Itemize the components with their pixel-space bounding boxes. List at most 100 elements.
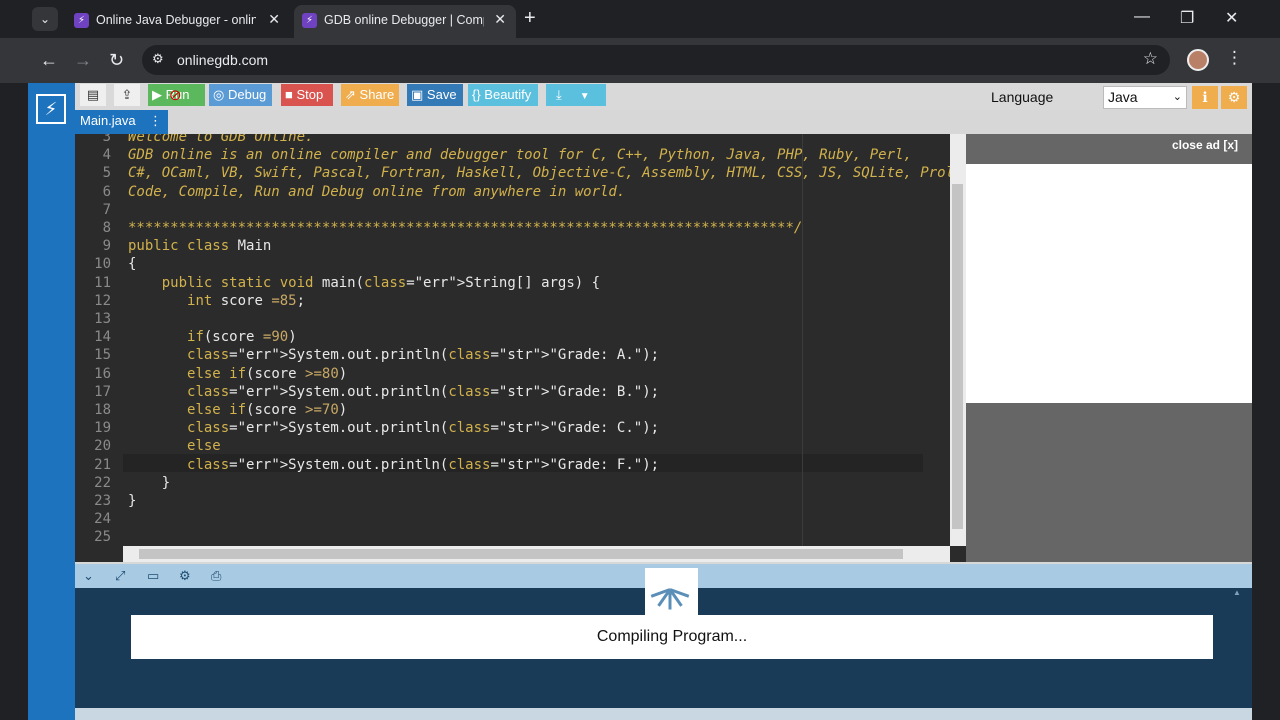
clear-console-icon[interactable]: ⎙: [211, 568, 221, 584]
play-icon: ▶: [152, 87, 162, 102]
settings-button[interactable]: ⚙: [1221, 86, 1247, 109]
collapse-chevron-icon[interactable]: ⌄: [83, 568, 94, 584]
line-number: 25: [94, 529, 111, 546]
debug-label: Debug: [227, 87, 267, 102]
info-button[interactable]: ℹ: [1192, 86, 1218, 109]
left-sidebar: ⚡: [28, 83, 75, 720]
code-line: {: [128, 256, 137, 273]
onlinegdb-logo-icon[interactable]: ⚡: [36, 94, 66, 124]
line-number: 5: [102, 165, 111, 182]
new-tab-button[interactable]: +: [524, 7, 536, 30]
code-line: else if(score >=70): [187, 402, 348, 418]
debug-icon: ◎: [213, 87, 225, 102]
info-icon: ℹ: [1202, 89, 1208, 105]
language-label: Language: [991, 89, 1054, 105]
chevron-down-icon: ⌄: [39, 12, 51, 26]
line-number-gutter: 3 4 5 6 7 8 9 10 11 12 13 14 15 16 17 18 19 20 21 22 23 24 25: [75, 134, 123, 562]
save-label: Save: [426, 87, 457, 102]
code-line: class="err">System.out.println(class="st…: [187, 347, 660, 364]
upload-file-icon[interactable]: ⇪: [114, 84, 140, 106]
dropdown-caret-icon: ▼: [579, 91, 590, 102]
profile-avatar[interactable]: [1187, 49, 1209, 71]
code-line: class="err">System.out.println(class="st…: [187, 383, 660, 400]
restore-button[interactable]: ❐: [1180, 8, 1194, 28]
bookmark-star-icon[interactable]: ☆: [1143, 49, 1158, 69]
line-number: 13: [94, 311, 111, 327]
line-number: 9: [102, 238, 111, 255]
console-settings-icon[interactable]: ⚙: [179, 568, 191, 584]
console-scrollbar[interactable]: ▲: [1233, 588, 1243, 711]
line-number: 11: [94, 274, 111, 291]
line-number: 21: [94, 456, 111, 473]
code-line: public class Main: [128, 238, 272, 255]
onlinegdb-favicon-icon: ⚡: [302, 13, 317, 28]
new-file-icon[interactable]: ▤: [80, 84, 106, 106]
back-arrow-icon[interactable]: ←: [40, 50, 58, 71]
browser-tab-strip: ⌄ ⚡ Online Java Debugger - online c ✕ ⚡ …: [0, 0, 1280, 38]
window-close-button[interactable]: ✕: [1225, 8, 1238, 28]
line-number: 14: [94, 329, 111, 346]
vertical-scroll-thumb[interactable]: [952, 184, 963, 529]
compiling-status: Compiling Program...: [131, 615, 1213, 659]
horizontal-scroll-thumb[interactable]: [139, 549, 903, 559]
code-line: public static void main(class="err">Stri…: [161, 274, 601, 291]
code-line: class="err">System.out.println(class="st…: [187, 456, 660, 473]
onlinegdb-favicon-icon: ⚡: [74, 13, 89, 28]
blocked-cursor-icon: ⊘: [169, 87, 182, 104]
file-tab-main-java[interactable]: Main.java ⋮: [75, 110, 168, 134]
ad-panel: close ad [x]: [966, 134, 1252, 562]
expand-icon[interactable]: ⤢: [115, 568, 125, 584]
debug-button[interactable]: ◎ Debug: [209, 84, 272, 106]
browser-menu-icon[interactable]: ⋮: [1226, 48, 1243, 68]
print-margin: [802, 134, 803, 562]
forward-arrow-icon[interactable]: →: [74, 50, 92, 71]
share-icon: ⇗: [345, 87, 356, 102]
page-right-edge: [1252, 83, 1280, 720]
line-number: 19: [94, 420, 111, 437]
tab-title: Online Java Debugger - online c: [96, 13, 256, 27]
line-number: 24: [94, 511, 111, 528]
language-value: Java: [1108, 89, 1138, 105]
onlinegdb-page: ⚡ ▤ ⇪ ▶ Run ⊘ ◎ Debug ■ Stop ⇗ Share ▣ Sa…: [28, 83, 1252, 720]
tab-search-button[interactable]: ⌄: [32, 7, 58, 31]
line-number: 17: [94, 383, 111, 400]
url-text: onlinegdb.com: [177, 52, 269, 68]
save-button[interactable]: ▣ Save: [407, 84, 463, 106]
close-tab-icon[interactable]: ✕: [494, 11, 506, 28]
line-number: 6: [102, 183, 111, 200]
minimize-button[interactable]: —: [1134, 8, 1150, 26]
layout-toggle-icon[interactable]: ▭: [147, 568, 159, 584]
language-select[interactable]: Java ⌄: [1103, 86, 1187, 109]
code-line: Code, Compile, Run and Debug online from…: [128, 183, 626, 200]
line-number: 15: [94, 347, 111, 364]
code-line: if(score =90): [187, 329, 297, 346]
file-tab-row: Main.java ⋮: [75, 110, 966, 134]
code-line: Welcome to GDB Online.: [128, 134, 314, 145]
code-editor[interactable]: 3 4 5 6 7 8 9 10 11 12 13 14 15 16 17 18 19 20 21 22 23 24 25 …: [75, 134, 966, 562]
browser-tab-2[interactable]: ⚡ GDB online Debugger | Compile ✕: [294, 5, 516, 38]
share-button[interactable]: ⇗ Share: [341, 84, 399, 106]
beautify-button[interactable]: {} Beautify: [468, 84, 538, 106]
close-ad-link[interactable]: close ad [x]: [1172, 138, 1238, 152]
file-options-icon[interactable]: ⋮: [149, 110, 162, 132]
line-number: 3: [102, 134, 111, 145]
line-number: 7: [102, 201, 111, 218]
line-number: 12: [94, 292, 111, 309]
line-number: 22: [94, 474, 111, 491]
reload-icon[interactable]: ↻: [109, 50, 124, 71]
run-button[interactable]: ▶ Run ⊘: [148, 84, 205, 106]
download-button[interactable]: ⤓ ▼: [546, 84, 606, 106]
close-tab-icon[interactable]: ✕: [268, 11, 280, 28]
browser-tab-1[interactable]: ⚡ Online Java Debugger - online c ✕: [66, 5, 290, 38]
code-line: }: [128, 474, 171, 491]
ad-content: [966, 164, 1252, 403]
code-line: C#, OCaml, VB, Swift, Pascal, Fortran, H…: [128, 165, 955, 182]
address-bar[interactable]: ⚙ onlinegdb.com ☆: [142, 45, 1170, 75]
site-info-icon[interactable]: ⚙: [152, 51, 164, 67]
stop-button[interactable]: ■ Stop: [281, 84, 333, 106]
stop-label: Stop: [296, 87, 324, 102]
console-output: Compiling Program... ▲: [75, 568, 1252, 720]
tab-title: GDB online Debugger | Compile: [324, 13, 484, 27]
editor-action-bar: ▤ ⇪ ▶ Run ⊘ ◎ Debug ■ Stop ⇗ Share ▣ Save…: [75, 83, 1252, 110]
download-icon: ⤓: [556, 87, 562, 102]
